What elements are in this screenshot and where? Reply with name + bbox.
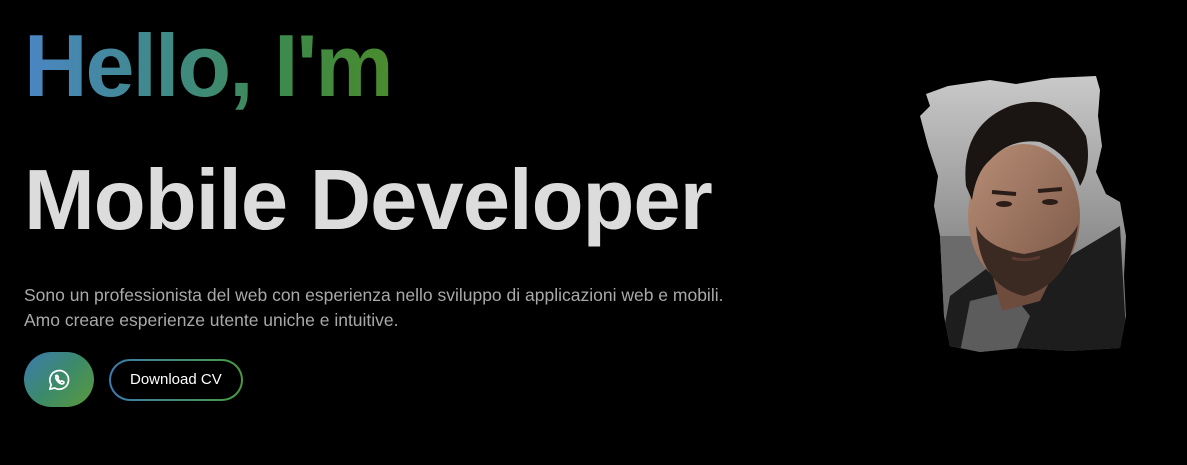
whatsapp-icon: [48, 369, 70, 390]
bio-text: Sono un professionista del web con esper…: [24, 285, 724, 330]
whatsapp-button[interactable]: [24, 352, 94, 407]
hero-actions: Download CV: [24, 352, 243, 407]
role-heading: Mobile Developer: [24, 153, 713, 248]
hero-section: Hello, I'm Mobile Developer Sono un prof…: [0, 0, 1187, 465]
profile-photo: [920, 76, 1127, 352]
download-cv-button[interactable]: Download CV: [109, 358, 243, 401]
greeting-heading: Hello, I'm: [24, 16, 394, 115]
download-cv-label: Download CV: [111, 360, 241, 399]
